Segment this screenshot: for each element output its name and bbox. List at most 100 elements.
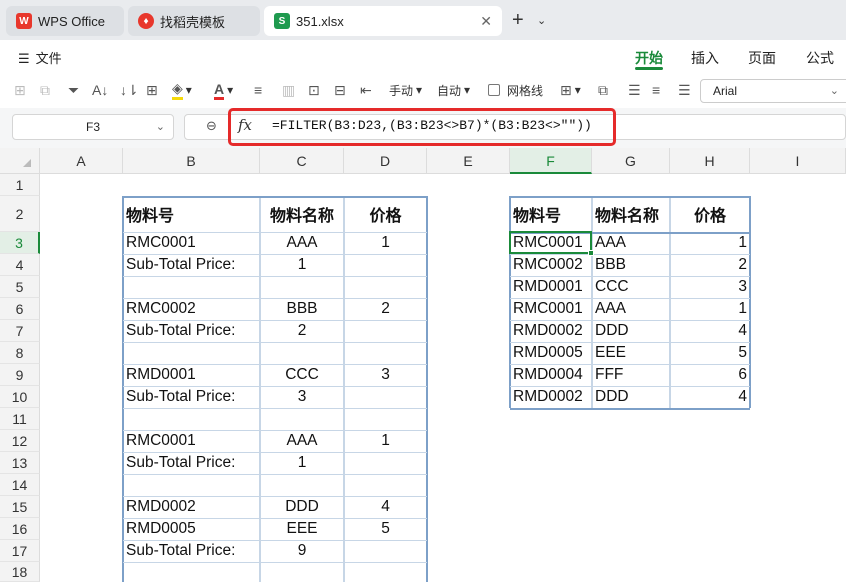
left-table-cell[interactable]: [344, 254, 427, 276]
left-table-cell[interactable]: [344, 386, 427, 408]
right-table-cell[interactable]: RMC0002: [510, 254, 592, 276]
right-table-cell[interactable]: RMD0002: [510, 320, 592, 342]
column-header-f[interactable]: F: [510, 148, 592, 174]
align-center-icon[interactable]: ≡: [652, 80, 660, 100]
row-header-18[interactable]: 18: [0, 562, 40, 582]
left-table-cell[interactable]: [123, 562, 260, 582]
right-table-cell[interactable]: 5: [670, 342, 750, 364]
left-table-cell[interactable]: [344, 276, 427, 298]
row-header-2[interactable]: 2: [0, 196, 40, 232]
zoom-icon[interactable]: ⊖: [206, 118, 217, 134]
column-icon[interactable]: ▥: [282, 80, 295, 100]
left-table-cell[interactable]: 2: [260, 320, 344, 342]
left-table-cell[interactable]: [260, 408, 344, 430]
column-header-b[interactable]: B: [123, 148, 260, 174]
left-table-cell[interactable]: 3: [260, 386, 344, 408]
fill-handle[interactable]: [588, 250, 594, 256]
row-header-14[interactable]: 14: [0, 474, 40, 496]
left-table-cell[interactable]: [123, 342, 260, 364]
left-table-cell[interactable]: RMC0002: [123, 298, 260, 320]
row-header-17[interactable]: 17: [0, 540, 40, 562]
left-table-cell[interactable]: RMC0001: [123, 232, 260, 254]
cell-style-icon[interactable]: ⊞ ▾: [560, 80, 581, 100]
gridlines-checkbox[interactable]: 网格线: [488, 80, 543, 100]
sort-asc-icon[interactable]: A↓: [92, 80, 108, 100]
ribbon-tab-page[interactable]: 页面: [748, 48, 776, 68]
left-table-cell[interactable]: 4: [344, 496, 427, 518]
left-table-cell[interactable]: [260, 342, 344, 364]
right-table-cell[interactable]: 1: [670, 298, 750, 320]
tab-template[interactable]: ♦ 找稻壳模板: [128, 6, 260, 36]
right-table-cell[interactable]: AAA: [592, 232, 670, 254]
select-all-corner[interactable]: [0, 148, 40, 174]
row-header-8[interactable]: 8: [0, 342, 40, 364]
right-table-cell[interactable]: RMD0002: [510, 386, 592, 408]
align-icon[interactable]: ≡: [254, 80, 262, 100]
font-color-icon[interactable]: A ▾: [214, 80, 233, 100]
left-table-cell[interactable]: [344, 452, 427, 474]
tab-wps-office[interactable]: W WPS Office: [6, 6, 124, 36]
chevron-down-icon[interactable]: ⌄: [537, 14, 546, 27]
left-table-header-cell[interactable]: 价格: [344, 196, 427, 232]
close-tab-icon[interactable]: ✕: [480, 13, 492, 30]
name-box[interactable]: F3 ⌄: [12, 114, 174, 140]
row-header-13[interactable]: 13: [0, 452, 40, 474]
auto-calc-button[interactable]: 自动 ▾: [434, 80, 470, 100]
left-table-cell[interactable]: 1: [344, 232, 427, 254]
right-table-cell[interactable]: BBB: [592, 254, 670, 276]
row-header-12[interactable]: 12: [0, 430, 40, 452]
right-table-header-cell[interactable]: 物料名称: [592, 196, 670, 232]
column-header-h[interactable]: H: [670, 148, 750, 174]
column-header-g[interactable]: G: [592, 148, 670, 174]
column-header-d[interactable]: D: [344, 148, 427, 174]
left-table-cell[interactable]: CCC: [260, 364, 344, 386]
filter-icon[interactable]: ⏷: [68, 80, 79, 100]
left-table-cell[interactable]: AAA: [260, 430, 344, 452]
left-table-cell[interactable]: [344, 408, 427, 430]
left-table-cell[interactable]: 3: [344, 364, 427, 386]
left-table-cell[interactable]: [344, 562, 427, 582]
row-header-6[interactable]: 6: [0, 298, 40, 320]
left-table-cell[interactable]: [344, 342, 427, 364]
left-table-cell[interactable]: 5: [344, 518, 427, 540]
left-table-cell[interactable]: [260, 474, 344, 496]
right-table-cell[interactable]: 2: [670, 254, 750, 276]
left-table-cell[interactable]: RMD0002: [123, 496, 260, 518]
left-table-cell[interactable]: Sub-Total Price:: [123, 540, 260, 562]
row-header-11[interactable]: 11: [0, 408, 40, 430]
fill-color-icon[interactable]: ◈ ▾: [172, 80, 192, 100]
row-header-4[interactable]: 4: [0, 254, 40, 276]
left-table-header-cell[interactable]: 物料名称: [260, 196, 344, 232]
right-table-cell[interactable]: DDD: [592, 320, 670, 342]
left-table-header-cell[interactable]: 物料号: [123, 196, 260, 232]
font-select[interactable]: Arial ⌄: [700, 79, 846, 103]
left-table-cell[interactable]: [344, 540, 427, 562]
table-style-icon[interactable]: ⧉: [598, 80, 608, 100]
row-header-3[interactable]: 3: [0, 232, 40, 254]
left-table-cell[interactable]: [123, 276, 260, 298]
ribbon-tab-home[interactable]: 开始: [635, 48, 663, 68]
right-table-cell[interactable]: RMD0005: [510, 342, 592, 364]
left-table-cell[interactable]: RMC0001: [123, 430, 260, 452]
left-table-cell[interactable]: DDD: [260, 496, 344, 518]
left-table-cell[interactable]: [344, 320, 427, 342]
right-table-cell[interactable]: AAA: [592, 298, 670, 320]
right-table-cell[interactable]: CCC: [592, 276, 670, 298]
row-header-7[interactable]: 7: [0, 320, 40, 342]
new-tab-icon[interactable]: +: [512, 10, 524, 30]
right-table-cell[interactable]: 6: [670, 364, 750, 386]
right-table-cell[interactable]: EEE: [592, 342, 670, 364]
right-table-header-cell[interactable]: 物料号: [510, 196, 592, 232]
file-menu[interactable]: ☰ 文件: [18, 48, 62, 67]
right-table-cell[interactable]: DDD: [592, 386, 670, 408]
align-right-icon[interactable]: ☰: [678, 80, 691, 100]
right-table-cell[interactable]: RMD0001: [510, 276, 592, 298]
row-header-15[interactable]: 15: [0, 496, 40, 518]
sort-desc-icon[interactable]: ↓⇂: [120, 80, 139, 100]
merge-icon[interactable]: ⊟: [334, 80, 346, 100]
manual-calc-button[interactable]: 手动 ▾: [386, 80, 422, 100]
tab-file[interactable]: S 351.xlsx ✕: [264, 6, 502, 36]
row-header-9[interactable]: 9: [0, 364, 40, 386]
fit-icon[interactable]: ⇤: [360, 80, 372, 100]
column-header-c[interactable]: C: [260, 148, 344, 174]
